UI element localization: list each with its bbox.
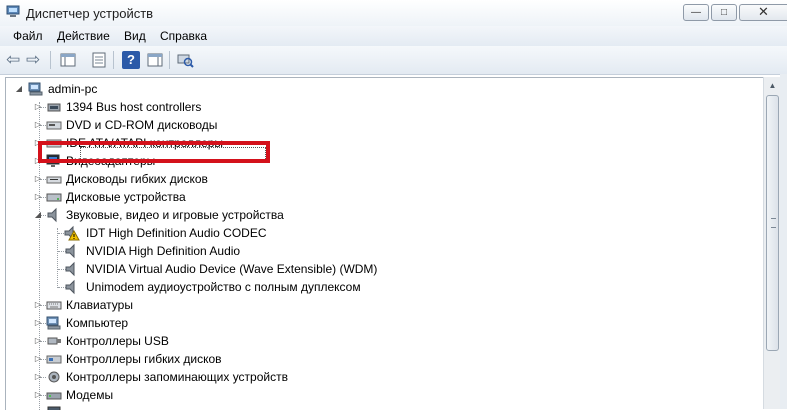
tree-item-label: Контроллеры USB: [66, 334, 169, 348]
keyboard-icon: [46, 301, 62, 310]
back-icon[interactable]: ⇦: [6, 51, 24, 69]
collapse-icon[interactable]: ◢: [14, 84, 24, 94]
tree-item-label: Контроллеры гибких дисков: [66, 352, 222, 366]
expand-icon[interactable]: ▷: [33, 174, 43, 184]
tree-item-label: Дисковые устройства: [66, 190, 186, 204]
device-tree[interactable]: ◢ admin-pc ▷ 1394 Bus host controllers ▷…: [5, 77, 764, 410]
help-icon[interactable]: ?: [122, 51, 140, 69]
tree-child-item[interactable]: Unimodem аудиоустройство с полным дуплек…: [6, 278, 426, 296]
tree-item-label: 1394 Bus host controllers: [66, 100, 202, 114]
disk-drive-icon: [46, 193, 62, 202]
action-pane-icon[interactable]: [146, 51, 164, 69]
scroll-up-arrow-icon[interactable]: ▲: [764, 77, 781, 94]
expand-icon[interactable]: ▷: [33, 192, 43, 202]
tree-child-label: NVIDIA High Definition Audio: [86, 244, 241, 258]
floppy-drive-icon: [46, 176, 62, 184]
tree-child-label: Unimodem аудиоустройство с полным дуплек…: [86, 280, 361, 294]
speaker-icon: [65, 261, 75, 277]
tree-child-label: NVIDIA Virtual Audio Device (Wave Extens…: [86, 262, 378, 276]
collapse-icon[interactable]: ◢: [33, 210, 43, 220]
tree-item-label: Клавиатуры: [66, 298, 133, 312]
tree-item-label: Компьютер: [66, 316, 129, 330]
toolbar-separator: [113, 51, 114, 69]
usb-controller-icon: [47, 337, 61, 345]
tree-item-label: Модемы: [66, 388, 114, 402]
menu-file[interactable]: Файл: [13, 29, 43, 43]
tree-item[interactable]: ▷ Контроллеры USB: [6, 332, 406, 350]
device-manager-icon: [6, 5, 20, 17]
computer-icon: [46, 316, 61, 330]
sound-device-icon: [47, 207, 57, 223]
tree-item-label: Звуковые, видео и игровые устройства: [66, 208, 284, 222]
tree-item[interactable]: ▷ DVD и CD-ROM дисководы: [6, 116, 406, 134]
window-title: Диспетчер устройств: [26, 6, 154, 21]
storage-controller-icon: [48, 371, 60, 383]
title-bar: Диспетчер устройств — □ ✕: [0, 0, 787, 26]
tree-root[interactable]: ◢ admin-pc: [6, 80, 306, 98]
tree-child-item[interactable]: NVIDIA High Definition Audio: [6, 242, 406, 260]
close-button[interactable]: ✕: [739, 4, 787, 21]
expand-icon[interactable]: ▷: [33, 318, 43, 328]
tree-item-partial[interactable]: ▷: [6, 404, 406, 410]
tree-item-label: Контроллеры запоминающих устройств: [66, 370, 288, 384]
firewire-icon: [47, 103, 61, 112]
minimize-button[interactable]: —: [683, 4, 709, 21]
expand-icon[interactable]: ▷: [33, 102, 43, 112]
scan-hardware-icon[interactable]: [176, 51, 194, 69]
expand-icon[interactable]: ▷: [33, 336, 43, 346]
tree-child-item[interactable]: NVIDIA Virtual Audio Device (Wave Extens…: [6, 260, 426, 278]
speaker-icon: [65, 243, 75, 259]
speaker-warning-icon: [64, 225, 80, 241]
tree-item[interactable]: ▷ Дисководы гибких дисков: [6, 170, 406, 188]
computer-icon: [28, 82, 43, 96]
expand-icon[interactable]: ▷: [33, 300, 43, 310]
forward-icon[interactable]: ⇨: [26, 51, 44, 69]
tree-child-item[interactable]: IDT High Definition Audio CODEC: [6, 224, 406, 242]
tree-item[interactable]: ◢ Звуковые, видео и игровые устройства: [6, 206, 406, 224]
scrollbar-thumb[interactable]: [766, 95, 779, 351]
tree-item[interactable]: ▷ 1394 Bus host controllers: [6, 98, 406, 116]
show-hide-console-tree-icon[interactable]: [59, 51, 77, 69]
toolbar-separator: [50, 51, 51, 69]
menu-bar: Файл Действие Вид Справка: [0, 26, 787, 46]
tree-item[interactable]: ▷ Модемы: [6, 386, 406, 404]
tree-item[interactable]: ▷ Дисковые устройства: [6, 188, 406, 206]
expand-icon[interactable]: ▷: [33, 120, 43, 130]
speaker-icon: [65, 279, 75, 295]
toolbar: ⇦ ⇨ ?: [0, 46, 787, 75]
tree-item[interactable]: ▷ Контроллеры запоминающих устройств: [6, 368, 406, 386]
monitor-icon: [47, 406, 61, 410]
floppy-controller-icon: [46, 355, 62, 364]
tree-child-label: IDT High Definition Audio CODEC: [86, 226, 267, 240]
menu-help[interactable]: Справка: [160, 29, 207, 43]
maximize-button[interactable]: □: [711, 4, 737, 21]
menu-view[interactable]: Вид: [124, 29, 146, 43]
toolbar-separator: [169, 51, 170, 69]
tree-item[interactable]: ▷ Контроллеры гибких дисков: [6, 350, 406, 368]
red-highlight-box: [38, 141, 270, 163]
tree-item[interactable]: ▷ Компьютер: [6, 314, 406, 332]
expand-icon[interactable]: ▷: [33, 354, 43, 364]
tree-item[interactable]: ▷ Клавиатуры: [6, 296, 406, 314]
tree-item-label: DVD и CD-ROM дисководы: [66, 118, 218, 132]
menu-action[interactable]: Действие: [57, 29, 110, 43]
vertical-scrollbar[interactable]: ▲: [763, 77, 781, 409]
tree-root-label: admin-pc: [48, 82, 98, 96]
scrollbar-grip: [771, 218, 776, 228]
optical-drive-icon: [46, 121, 62, 130]
expand-icon[interactable]: ▷: [33, 390, 43, 400]
modem-icon: [46, 392, 62, 400]
window-frame-right: [780, 74, 787, 409]
expand-icon[interactable]: ▷: [33, 372, 43, 382]
properties-icon[interactable]: [90, 51, 108, 69]
tree-item-label: Дисководы гибких дисков: [66, 172, 208, 186]
